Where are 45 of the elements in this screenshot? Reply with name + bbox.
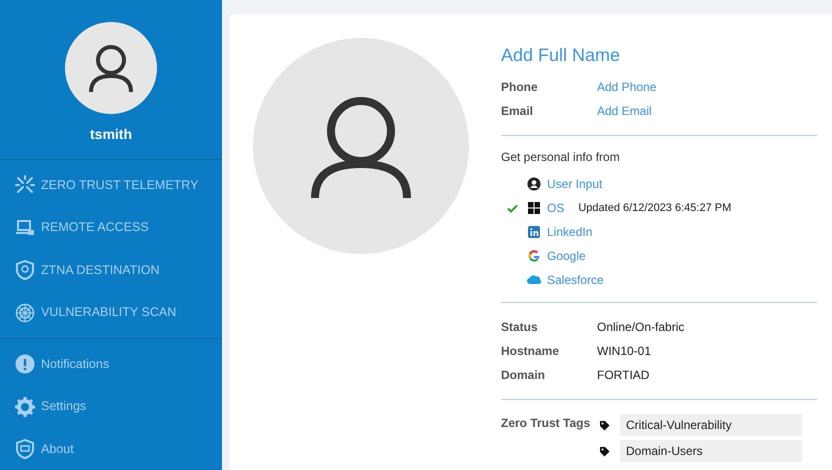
radar-icon: [15, 302, 35, 323]
field-label: Email: [501, 103, 534, 120]
source-link[interactable]: Google: [547, 247, 586, 265]
nav-item[interactable]: Notifications: [0, 343, 222, 386]
nav-item[interactable]: Settings: [0, 386, 222, 428]
nav-item[interactable]: About: [0, 428, 222, 470]
user-icon: [527, 177, 541, 191]
laptop-lock-icon: [15, 218, 35, 238]
add-link[interactable]: Add Email: [597, 102, 652, 120]
tag: Critical-Vulnerability: [620, 414, 802, 436]
field-value: FORTIAD: [597, 367, 650, 384]
nav-item[interactable]: REMOTE ACCESS: [0, 206, 222, 249]
nav-item[interactable]: ZTNA DESTINATION: [0, 249, 222, 292]
full-name-link[interactable]: Add Full Name: [501, 42, 620, 69]
add-link[interactable]: Add Phone: [597, 78, 656, 96]
field-label: Status: [501, 319, 539, 336]
sparkle-icon: [15, 175, 35, 196]
tag: Domain-Users: [620, 440, 802, 462]
shield-icon: [15, 260, 35, 280]
field-value: WIN10-01: [597, 343, 652, 360]
nav-item[interactable]: ZERO TRUST TELEMETRY: [0, 164, 222, 206]
cloud-icon: [527, 273, 541, 287]
source-link[interactable]: LinkedIn: [547, 223, 592, 241]
tag-icon: [599, 446, 610, 456]
avatar-icon: [65, 22, 157, 114]
nav-item[interactable]: VULNERABILITY SCAN: [0, 292, 222, 334]
field-label: Phone: [501, 79, 539, 96]
field-label: Domain: [501, 367, 546, 384]
source-link[interactable]: Salesforce: [547, 271, 604, 289]
gear-icon: [15, 396, 35, 417]
source-link[interactable]: OS: [547, 199, 564, 217]
section-heading: Get personal info from: [501, 149, 620, 166]
tag-icon: [599, 420, 610, 430]
update-time: Updated 6/12/2023 6:45:27 PM: [578, 200, 732, 216]
field-label: Hostname: [501, 343, 560, 360]
linkedin-icon: [527, 225, 541, 239]
username: tsmith: [90, 125, 132, 144]
field-label: Zero Trust Tags: [501, 415, 592, 432]
field-value: Online/On-fabric: [597, 319, 684, 336]
exclamation-icon: [15, 354, 35, 374]
windows-icon: [527, 201, 541, 215]
google-icon: [527, 249, 541, 263]
source-link[interactable]: User Input: [547, 175, 602, 193]
shield-icon: [15, 439, 35, 460]
avatar-icon: [253, 38, 469, 254]
